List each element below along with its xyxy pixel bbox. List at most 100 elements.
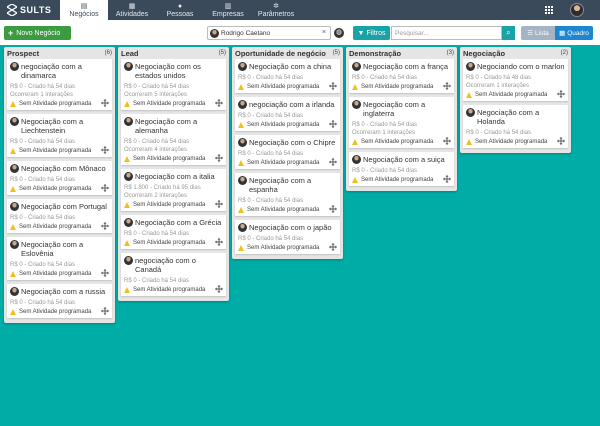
user-avatar[interactable] <box>570 3 584 17</box>
deal-card[interactable]: Negociação com Mônaco R$ 0 - Criado há 54… <box>7 161 112 195</box>
search-button[interactable]: ⌕ <box>502 26 515 40</box>
deal-meta: R$ 0 - Criado há 54 dias <box>352 168 418 174</box>
activity-status: Sem Atividade programada <box>10 147 109 155</box>
clear-icon[interactable]: × <box>322 29 326 36</box>
nav-negocios[interactable]: ▤ Negócios <box>60 0 108 20</box>
warning-icon <box>124 240 130 246</box>
deal-title-row: Negociação com a italia <box>124 172 223 181</box>
deal-title-row: negociação com o Canadá <box>124 256 223 274</box>
move-handle-icon[interactable] <box>101 307 109 315</box>
move-handle-icon[interactable] <box>101 146 109 154</box>
activity-status: Sem Atividade programada <box>10 223 109 231</box>
move-handle-icon[interactable] <box>329 205 337 213</box>
nav-atividades[interactable]: ▦ Atividades <box>108 0 156 20</box>
activity-status: Sem Atividade programada <box>238 244 337 252</box>
nav-empresas[interactable]: ▥ Empresas <box>204 0 252 20</box>
apps-grid-icon[interactable] <box>545 6 553 14</box>
deal-meta: R$ 0 - Criado há 54 dias <box>352 122 418 128</box>
warning-icon <box>10 186 16 192</box>
deal-card[interactable]: Negociação com a suiça R$ 0 - Criado há 5… <box>349 152 454 186</box>
column-title: Oportunidade de negócio <box>235 48 326 58</box>
deal-card[interactable]: Negociação com os estados unidos R$ 0 - C… <box>121 59 226 110</box>
move-handle-icon[interactable] <box>557 137 565 145</box>
deal-card[interactable]: Negociação com a Grécia R$ 0 - Criado há … <box>121 215 226 249</box>
board-icon: ▦ <box>559 30 566 37</box>
brand-logo[interactable]: SULTS <box>0 0 60 20</box>
move-handle-icon[interactable] <box>443 137 451 145</box>
deal-title: Negociação com a italia <box>135 172 215 181</box>
search-input[interactable] <box>391 26 502 40</box>
warning-icon <box>124 202 130 208</box>
building-icon: ▥ <box>224 2 232 10</box>
deal-card[interactable]: Negociação com a Holanda R$ 0 - Criado há… <box>463 105 568 148</box>
warning-icon <box>466 139 472 145</box>
deal-card[interactable]: Negociação com a Liechtenstein R$ 0 - Cri… <box>7 114 112 157</box>
deal-card[interactable]: negociação com o Canadá R$ 0 - Criado há … <box>121 253 226 296</box>
warning-icon <box>238 122 244 128</box>
deal-card[interactable]: Negociação com a china R$ 0 - Criado há 5… <box>235 59 340 93</box>
move-handle-icon[interactable] <box>215 285 223 293</box>
user-filter-select[interactable]: Rodrigo Caetano × <box>207 26 331 40</box>
deal-title: Negociação com a Eslovênia <box>21 240 84 258</box>
globe-icon[interactable]: ◍ <box>334 28 344 38</box>
move-handle-icon[interactable] <box>443 175 451 183</box>
deal-meta: R$ 0 - Criado há 54 dias <box>238 198 304 204</box>
deal-meta: R$ 1.800 - Criado há 95 dias <box>124 185 201 191</box>
deal-title: negociação com a dinamarca <box>21 62 82 80</box>
deal-card[interactable]: Negociação com a russia R$ 0 - Criado há … <box>7 284 112 318</box>
deal-meta: R$ 0 - Criado há 54 dias <box>10 84 76 90</box>
nav-parametros[interactable]: ✲ Parâmetros <box>252 0 300 20</box>
deal-title-row: negociação com a dinamarca <box>10 62 109 80</box>
new-deal-button[interactable]: + Novo Negócio <box>4 26 71 40</box>
deal-card[interactable]: Negociando com o marlon R$ 0 - Criado há … <box>463 59 568 101</box>
move-handle-icon[interactable] <box>101 222 109 230</box>
move-handle-icon[interactable] <box>329 243 337 251</box>
list-view-label: Lista <box>535 29 549 37</box>
deal-card[interactable]: Negociação com a Eslovênia R$ 0 - Criado … <box>7 237 112 280</box>
column-title: Demonstração <box>349 48 402 58</box>
filters-button[interactable]: ▼ Filtros <box>353 26 390 40</box>
move-handle-icon[interactable] <box>329 120 337 128</box>
move-handle-icon[interactable] <box>101 269 109 277</box>
list-view-button[interactable]: ☰ Lista <box>521 26 555 40</box>
move-handle-icon[interactable] <box>329 82 337 90</box>
deal-card[interactable]: negociação com a dinamarca R$ 0 - Criado … <box>7 59 112 110</box>
deal-card[interactable]: Negociação com a alemanha R$ 0 - Criado h… <box>121 114 226 165</box>
move-handle-icon[interactable] <box>443 82 451 90</box>
deal-title: Negociação com a Holanda <box>477 108 540 126</box>
activity-status: Sem Atividade programada <box>10 308 109 316</box>
nav-pessoas[interactable]: ● Pessoas <box>156 0 204 20</box>
move-handle-icon[interactable] <box>101 99 109 107</box>
activity-status: Sem Atividade programada <box>238 121 337 129</box>
deal-meta: R$ 0 - Criado há 54 dias <box>124 231 190 237</box>
owner-avatar <box>352 100 361 109</box>
deal-interactions: Ocorreram 5 interações <box>124 92 188 98</box>
activity-status: Sem Atividade programada <box>124 201 223 209</box>
deal-card[interactable]: Negociação com a inglaterra R$ 0 - Criado… <box>349 97 454 148</box>
move-handle-icon[interactable] <box>215 99 223 107</box>
move-handle-icon[interactable] <box>557 90 565 98</box>
deal-meta: R$ 0 - Criado há 54 dias <box>124 278 190 284</box>
deal-meta: R$ 0 - Criado há 54 dias <box>10 139 76 145</box>
deal-card[interactable]: Negociação com o Chipre R$ 0 - Criado há … <box>235 135 340 169</box>
calendar-icon: ▦ <box>128 2 136 10</box>
deal-title-row: Negociação com a alemanha <box>124 117 223 135</box>
search-icon: ⌕ <box>506 28 511 37</box>
deal-card[interactable]: Negociação com o japão R$ 0 - Criado há 5… <box>235 220 340 254</box>
move-handle-icon[interactable] <box>101 184 109 192</box>
deal-title-row: Negociação com o Chipre <box>238 138 337 147</box>
deal-card[interactable]: Negociação com Portugal R$ 0 - Criado há … <box>7 199 112 233</box>
move-handle-icon[interactable] <box>215 154 223 162</box>
warning-icon <box>10 309 16 315</box>
move-handle-icon[interactable] <box>329 158 337 166</box>
move-handle-icon[interactable] <box>215 238 223 246</box>
deal-card[interactable]: negociação com a irlanda R$ 0 - Criado há… <box>235 97 340 131</box>
column-count: (2) <box>560 50 568 56</box>
owner-avatar <box>238 223 247 232</box>
board-view-button[interactable]: ▦ Quadro <box>555 26 593 40</box>
move-handle-icon[interactable] <box>215 200 223 208</box>
deal-card[interactable]: Negociação com a frança R$ 0 - Criado há … <box>349 59 454 93</box>
deal-card[interactable]: Negociação com a italia R$ 1.800 - Criado… <box>121 169 226 211</box>
deal-card[interactable]: Negociação com a espanha R$ 0 - Criado há… <box>235 173 340 216</box>
deal-title: Negociação com o japão <box>249 223 332 232</box>
